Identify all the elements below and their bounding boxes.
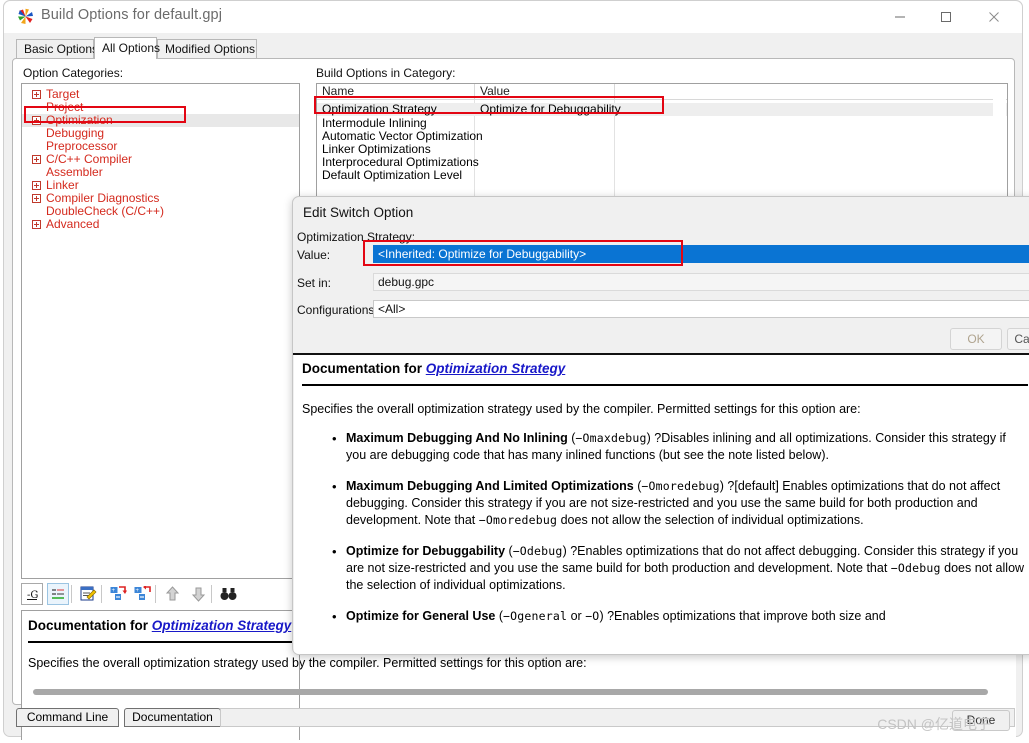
expand-plus-icon[interactable] (32, 90, 41, 99)
column-header-extra[interactable] (615, 84, 1007, 100)
svg-text:+: + (135, 588, 139, 594)
column-header-name[interactable]: Name (317, 84, 475, 100)
option-categories-tree[interactable]: Target Project Optimization Debugging Pr… (21, 83, 300, 579)
window-titlebar: Build Options for default.gpj (4, 1, 1022, 33)
tree-toolbar: -G + + (21, 581, 300, 608)
bullet-text: ?Enables optimizations that improve both… (607, 609, 886, 623)
maximize-button[interactable] (923, 1, 969, 32)
tab-modified-options[interactable]: Modified Options (157, 39, 257, 58)
toolbar-separator (101, 585, 102, 603)
dialog-option-name-label: Optimization Strategy: (297, 230, 416, 244)
show-options-list-icon[interactable] (47, 583, 69, 605)
documentation-body: Specifies the overall optimization strat… (28, 656, 587, 670)
dialog-documentation-heading: Documentation for Optimization Strategy (302, 361, 565, 376)
cell-option-name: Default Optimization Level (322, 168, 463, 182)
svg-text:+: + (111, 588, 115, 594)
bullet-text-2: does not allow the selection of individu… (557, 513, 864, 527)
move-down-icon[interactable] (187, 583, 209, 605)
watermark: CSDN @亿道电子 (877, 716, 991, 732)
show-switches-icon[interactable]: -G (21, 583, 43, 605)
tree-item-advanced[interactable]: Advanced (22, 218, 299, 231)
minimize-button[interactable] (877, 1, 923, 32)
dialog-documentation-rule (302, 384, 1028, 386)
build-options-label: Build Options in Category: (316, 66, 456, 80)
edit-switch-option-dialog: Edit Switch Option Optimization Strategy… (292, 196, 1029, 655)
remove-option-icon[interactable]: + (131, 583, 153, 605)
list-item: Maximum Debugging And No Inlining (−Omax… (302, 430, 1028, 464)
tree-item-label: Advanced (46, 217, 100, 231)
documentation-heading-prefix: Documentation for (28, 618, 152, 633)
tab-basic-options[interactable]: Basic Options (16, 39, 98, 58)
bullet-switch: −Omaxdebug (575, 431, 647, 445)
expand-plus-icon[interactable] (32, 220, 41, 229)
add-option-icon[interactable]: + (107, 583, 129, 605)
bullet-switch: −Odebug (512, 544, 563, 558)
value-input[interactable]: <Inherited: Optimize for Debuggability> (373, 245, 1029, 263)
bullet-switch-join: or (567, 609, 586, 623)
bullet-term: Maximum Debugging And No Inlining (346, 431, 568, 445)
move-up-icon[interactable] (161, 583, 183, 605)
expand-plus-icon[interactable] (32, 194, 41, 203)
bullet-switch-2: −Omoredebug (478, 513, 558, 527)
toolbar-separator (71, 585, 72, 603)
bullet-switch-2: −O (585, 609, 600, 623)
documentation-horizontal-scrollbar[interactable] (33, 689, 988, 695)
list-item: Optimize for General Use (−Ogeneral or −… (302, 608, 1028, 625)
documentation-link[interactable]: Optimization Strategy (152, 618, 292, 633)
bullet-switch: −Omoredebug (641, 479, 720, 493)
expand-plus-icon[interactable] (32, 116, 41, 125)
toolbar-separator (155, 585, 156, 603)
configurations-field[interactable]: <All> (373, 300, 1029, 318)
dialog-documentation-link[interactable]: Optimization Strategy (426, 361, 566, 376)
bullet-term: Optimize for General Use (346, 609, 496, 623)
dialog-documentation-heading-prefix: Documentation for (302, 361, 426, 376)
cell-option-name: Optimization Strategy (322, 102, 437, 116)
tab-command-line[interactable]: Command Line (16, 708, 119, 727)
table-row[interactable]: Optimization Strategy Optimize for Debug… (317, 103, 1007, 116)
bullet-term: Maximum Debugging And Limited Optimizati… (346, 479, 634, 493)
screen-root: Build Options for default.gpj Basic Opti… (0, 0, 1029, 743)
documentation-heading: Documentation for Optimization Strategy (28, 618, 291, 633)
ok-button[interactable]: OK (950, 328, 1002, 350)
column-header-value[interactable]: Value (475, 84, 615, 100)
table-row[interactable]: Default Optimization Level (317, 169, 1007, 182)
expand-plus-icon[interactable] (32, 155, 41, 164)
window-title: Build Options for default.gpj (41, 7, 223, 23)
list-vertical-scrollbar[interactable] (993, 85, 1006, 201)
dialog-documentation-panel: Documentation for Optimization Strategy … (294, 355, 1029, 654)
edit-option-icon[interactable] (77, 583, 99, 605)
bullet-switch: −Ogeneral (503, 609, 568, 623)
list-item: Optimize for Debuggability (−Odebug) ?En… (302, 543, 1028, 594)
bullet-switch-2: −Odebug (890, 561, 941, 575)
dialog-configurations-label: Configurations: (297, 303, 378, 317)
setin-field: debug.gpc (373, 273, 1029, 291)
cell-option-value: Optimize for Debuggability (480, 102, 621, 116)
dialog-value-label: Value: (297, 248, 331, 262)
dialog-documentation-bullets: Maximum Debugging And No Inlining (−Omax… (302, 430, 1028, 639)
pinwheel-app-icon (18, 8, 33, 24)
toolbar-separator (211, 585, 212, 603)
build-options-list[interactable]: Name Value Optimization Strategy Optimiz… (316, 83, 1008, 203)
dialog-title: Edit Switch Option (303, 205, 414, 220)
list-item: Maximum Debugging And Limited Optimizati… (302, 478, 1028, 529)
close-button[interactable] (971, 1, 1017, 32)
cancel-button[interactable]: Cancel (1007, 328, 1029, 350)
dialog-setin-label: Set in: (297, 276, 332, 290)
find-icon[interactable] (217, 583, 239, 605)
bullet-term: Optimize for Debuggability (346, 544, 506, 558)
dialog-documentation-intro: Specifies the overall optimization strat… (302, 402, 861, 416)
expand-plus-icon[interactable] (32, 181, 41, 190)
list-header-row: Name Value (317, 84, 1007, 100)
option-categories-label: Option Categories: (23, 66, 124, 80)
tab-documentation[interactable]: Documentation (124, 708, 221, 727)
tab-all-options[interactable]: All Options (94, 37, 160, 59)
